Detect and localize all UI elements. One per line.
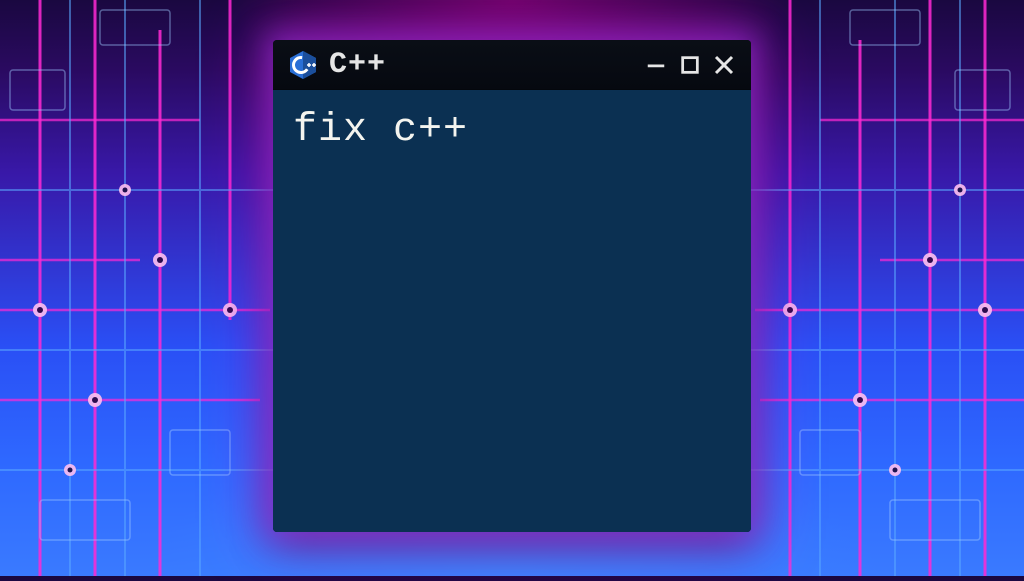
titlebar[interactable]: C++ [273,40,751,90]
terminal-line: fix c++ [293,108,731,153]
terminal-content[interactable]: fix c++ [273,90,751,532]
close-button[interactable] [711,52,737,78]
cpp-logo-icon [287,49,319,81]
minimize-button[interactable] [643,52,669,78]
maximize-button[interactable] [677,52,703,78]
window-controls [643,52,737,78]
window-title: C++ [329,48,643,82]
app-window: C++ fix c++ [273,40,751,532]
